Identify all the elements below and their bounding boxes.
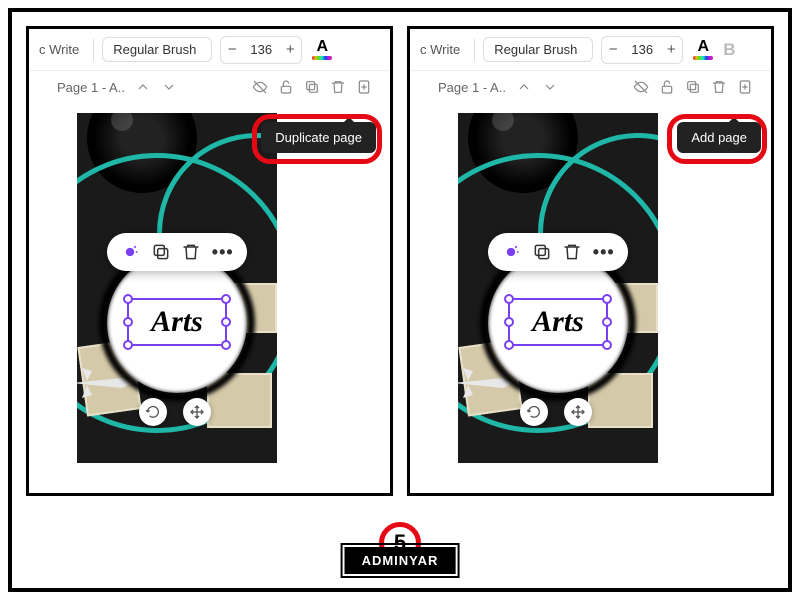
duplicate-page-tooltip: Duplicate page: [261, 122, 376, 153]
panel-duplicate: c Write Regular Brush − 136 + A Page 1 -…: [26, 26, 393, 496]
duplicate-icon[interactable]: [304, 79, 320, 95]
tutorial-frame: c Write Regular Brush − 136 + A Page 1 -…: [8, 8, 792, 592]
copy-icon[interactable]: [151, 242, 171, 262]
eye-off-icon[interactable]: [633, 79, 649, 95]
font-size-stepper: − 136 +: [220, 36, 302, 64]
trash-icon[interactable]: [330, 79, 346, 95]
move-handle[interactable]: [564, 398, 592, 426]
page-label[interactable]: Page 1 - A..: [438, 80, 506, 95]
resize-handle[interactable]: [504, 317, 514, 327]
font-size-stepper: − 136 +: [601, 36, 683, 64]
resize-handle[interactable]: [602, 340, 612, 350]
more-icon[interactable]: •••: [593, 242, 615, 263]
page-actions: [252, 79, 372, 95]
resize-handle[interactable]: [602, 317, 612, 327]
chevron-down-icon[interactable]: [161, 79, 177, 95]
eye-off-icon[interactable]: [252, 79, 268, 95]
resize-handle[interactable]: [504, 294, 514, 304]
design-canvas[interactable]: Arts •••: [458, 113, 658, 463]
panels-row: c Write Regular Brush − 136 + A Page 1 -…: [12, 12, 788, 510]
divider: [93, 39, 94, 61]
add-page-icon[interactable]: [356, 79, 372, 95]
page-navigator: Page 1 - A..: [29, 71, 390, 99]
add-page-icon[interactable]: [737, 79, 753, 95]
top-toolbar: c Write Regular Brush − 136 + A B: [410, 29, 771, 71]
resize-handle[interactable]: [504, 340, 514, 350]
rotate-handle[interactable]: [520, 398, 548, 426]
text-color-picker[interactable]: A: [691, 39, 715, 60]
resize-handle[interactable]: [221, 340, 231, 350]
transform-handles: [520, 398, 592, 426]
resize-handle[interactable]: [221, 294, 231, 304]
page-actions: [633, 79, 753, 95]
arts-text-content: Arts: [151, 305, 203, 339]
text-color-icon: A: [316, 39, 328, 55]
size-value[interactable]: 136: [243, 42, 279, 57]
rainbow-bar: [312, 56, 332, 60]
resize-handle[interactable]: [123, 294, 133, 304]
trash-icon[interactable]: [181, 242, 201, 262]
lock-icon[interactable]: [278, 79, 294, 95]
divider: [474, 39, 475, 61]
resize-handle[interactable]: [123, 340, 133, 350]
resize-handle[interactable]: [123, 317, 133, 327]
chevron-up-icon[interactable]: [135, 79, 151, 95]
trash-icon[interactable]: [711, 79, 727, 95]
size-plus-button[interactable]: +: [279, 41, 301, 58]
page-label[interactable]: Page 1 - A..: [57, 80, 125, 95]
size-minus-button[interactable]: −: [221, 41, 243, 58]
resize-handle[interactable]: [221, 317, 231, 327]
rotate-handle[interactable]: [139, 398, 167, 426]
text-color-icon: A: [697, 39, 709, 55]
page-navigator: Page 1 - A..: [410, 71, 771, 99]
move-handle[interactable]: [183, 398, 211, 426]
font-picker[interactable]: Regular Brush: [483, 37, 593, 62]
copy-icon[interactable]: [532, 242, 552, 262]
arts-text-content: Arts: [532, 305, 584, 339]
size-plus-button[interactable]: +: [660, 41, 682, 58]
more-icon[interactable]: •••: [212, 242, 234, 263]
text-element-selected[interactable]: Arts: [127, 298, 227, 346]
chevron-down-icon[interactable]: [542, 79, 558, 95]
bold-button[interactable]: B: [723, 40, 735, 60]
top-toolbar: c Write Regular Brush − 136 + A: [29, 29, 390, 71]
magic-icon[interactable]: [501, 242, 521, 262]
lock-icon[interactable]: [659, 79, 675, 95]
credit-badge: ADMINYAR: [345, 547, 456, 574]
text-element-selected[interactable]: Arts: [508, 298, 608, 346]
resize-handle[interactable]: [602, 294, 612, 304]
magic-write-label[interactable]: c Write: [33, 42, 85, 57]
magic-icon[interactable]: [120, 242, 140, 262]
size-minus-button[interactable]: −: [602, 41, 624, 58]
transform-handles: [139, 398, 211, 426]
magic-write-label[interactable]: c Write: [414, 42, 466, 57]
element-toolbar: •••: [107, 233, 247, 271]
font-picker[interactable]: Regular Brush: [102, 37, 212, 62]
rainbow-bar: [693, 56, 713, 60]
text-color-picker[interactable]: A: [310, 39, 334, 60]
trash-icon[interactable]: [562, 242, 582, 262]
size-value[interactable]: 136: [624, 42, 660, 57]
element-toolbar: •••: [488, 233, 628, 271]
chevron-up-icon[interactable]: [516, 79, 532, 95]
panel-addpage: c Write Regular Brush − 136 + A B Page 1…: [407, 26, 774, 496]
add-page-tooltip: Add page: [677, 122, 761, 153]
design-canvas[interactable]: Arts •••: [77, 113, 277, 463]
duplicate-icon[interactable]: [685, 79, 701, 95]
